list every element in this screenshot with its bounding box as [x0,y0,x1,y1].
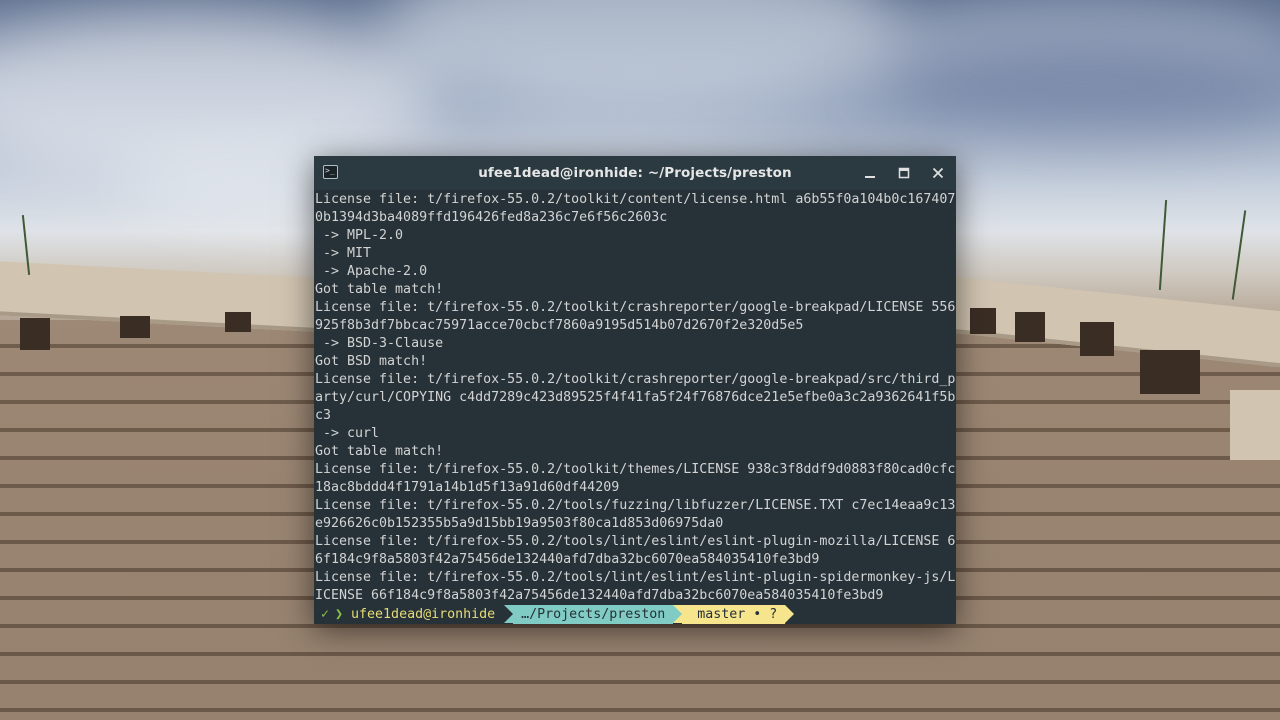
terminal-line: ICENSE 66f184c9f8a5803f42a75456de132440a… [315,588,884,603]
terminal-line: -> Apache-2.0 [315,264,428,279]
terminal-line: -> MPL-2.0 [315,228,404,243]
terminal-output[interactable]: License file: t/firefox-55.0.2/toolkit/c… [315,190,955,606]
window-titlebar[interactable]: >_ ufee1dead@ironhide: ~/Projects/presto… [314,156,956,190]
terminal-line: 925f8b3df7bbcac75971acce70cbcf7860a9195d… [315,318,804,333]
terminal-line: c3 [315,408,332,423]
terminal-app-icon[interactable]: >_ [323,165,338,179]
terminal-window[interactable]: >_ ufee1dead@ironhide: ~/Projects/presto… [314,156,956,624]
terminal-line: arty/curl/COPYING c4dd7289c423d89525f4f4… [315,390,955,405]
prompt-user-host: ufee1dead@ironhide [347,605,505,624]
terminal-line: License file: t/firefox-55.0.2/tools/lin… [315,534,955,549]
terminal-line: -> curl [315,426,380,441]
terminal-line: 6f184c9f8a5803f42a75456de132440afd7dba32… [315,552,820,567]
terminal-line: 18ac8bddd4f1791a14b1d5f13a91d60df44209 [315,480,620,495]
prompt-path: …/Projects/preston [513,605,674,624]
terminal-line: -> BSD-3-Clause [315,336,444,351]
maximize-icon[interactable] [896,165,912,181]
terminal-line: License file: t/firefox-55.0.2/toolkit/c… [315,192,955,207]
terminal-line: -> MIT [315,246,372,261]
powerline-separator [785,605,795,623]
terminal-line: License file: t/firefox-55.0.2/tools/fuz… [315,498,955,513]
shell-prompt[interactable]: ✓ ❯ ufee1dead@ironhide …/Projects/presto… [314,605,956,624]
terminal-line: e926626c0b152355b5a9d15bb19a9503f80ca1d8… [315,516,724,531]
powerline-separator [673,605,683,623]
terminal-line: Got table match! [315,282,444,297]
git-branch-label: master • ? [697,607,778,622]
terminal-line: License file: t/firefox-55.0.2/toolkit/c… [315,300,955,315]
powerline-separator [504,605,514,623]
terminal-line: Got BSD match! [315,354,428,369]
window-title: ufee1dead@ironhide: ~/Projects/preston [478,165,792,181]
terminal-line: License file: t/firefox-55.0.2/toolkit/t… [315,462,955,477]
terminal-line: License file: t/firefox-55.0.2/toolkit/c… [315,372,955,387]
terminal-line: 0b1394d3ba4089ffd196426fed8a236c7e6f56c2… [315,210,668,225]
prompt-status: ✓ ❯ [314,605,348,624]
terminal-line: Got table match! [315,444,444,459]
minimize-icon[interactable] [862,165,878,181]
terminal-line: License file: t/firefox-55.0.2/tools/lin… [315,570,955,585]
close-icon[interactable] [930,165,946,181]
prompt-git-branch: master • ? [682,605,786,624]
prompt-chevron-icon: ❯ [335,607,344,622]
check-icon: ✓ [321,607,330,622]
